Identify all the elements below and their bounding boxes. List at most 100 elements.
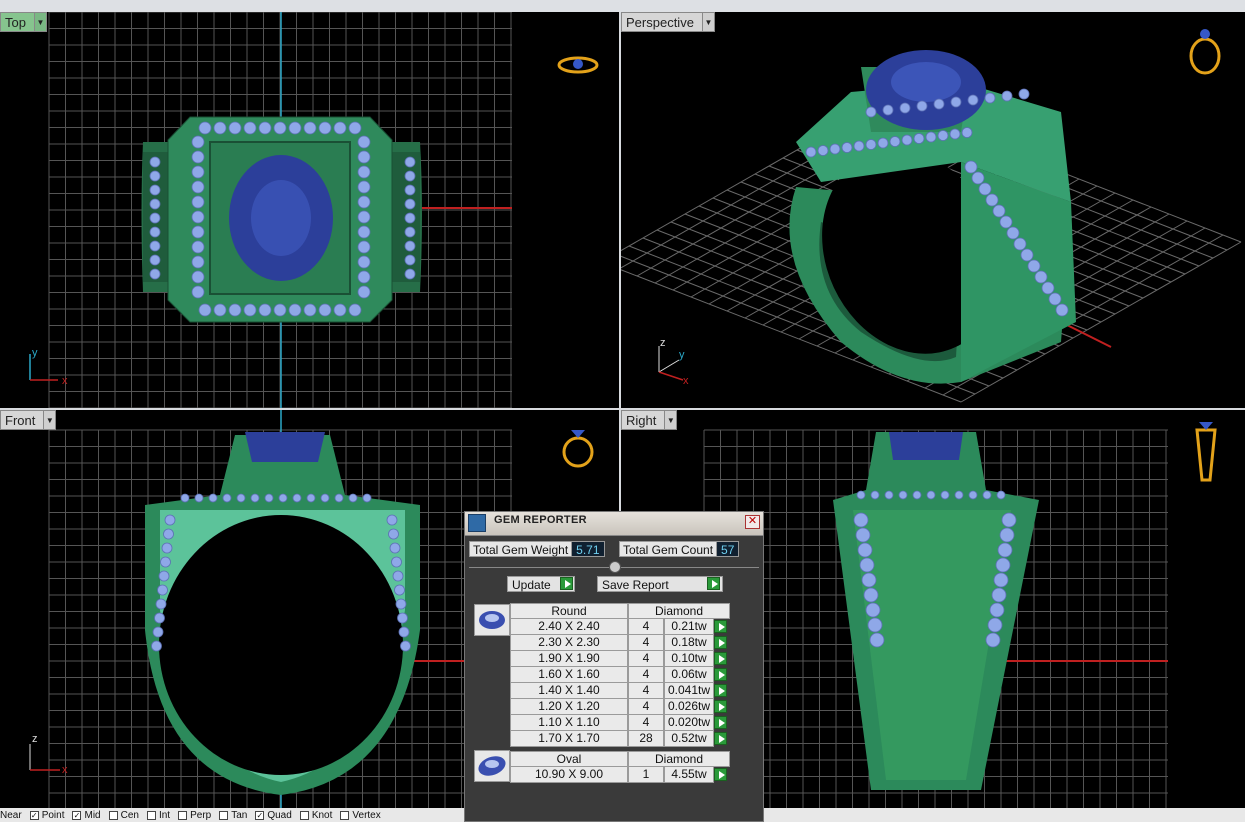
axis-label-z: z	[32, 733, 38, 745]
play-icon[interactable]	[714, 636, 727, 649]
gem-size: 1.90 X 1.90	[510, 651, 628, 667]
osnap-item[interactable]: Tan	[219, 810, 247, 821]
gem-table-row: 1.90 X 1.90 4 0.10tw	[510, 651, 728, 667]
chevron-down-icon[interactable]: ▼	[701, 13, 714, 31]
play-icon[interactable]	[714, 620, 727, 633]
viewport-tab-front[interactable]: Front ▼	[0, 410, 57, 430]
play-icon[interactable]	[707, 577, 720, 590]
viewport-tab-perspective[interactable]: Perspective ▼	[621, 12, 715, 32]
osnap-label: Cen	[120, 809, 139, 821]
perspective-scene: z y x	[621, 50, 1242, 403]
checkbox-icon[interactable]: ✓	[72, 810, 82, 820]
close-button[interactable]: ✕	[745, 515, 760, 529]
save-report-button[interactable]: Save Report	[597, 576, 723, 592]
gem-count: 4	[628, 715, 664, 731]
row-action	[714, 767, 728, 783]
viewport-tab-right[interactable]: Right ▼	[621, 410, 678, 430]
gem-table-row: 1.60 X 1.60 4 0.06tw	[510, 667, 728, 683]
gem-weight: 4.55tw	[664, 767, 714, 783]
osnap-item[interactable]: ✓ Quad	[255, 809, 292, 821]
checkbox-icon[interactable]	[299, 810, 309, 820]
oval-gem-thumbnail	[474, 750, 510, 782]
viewport-front-label: Front	[5, 413, 36, 428]
gem-size: 1.60 X 1.60	[510, 667, 628, 683]
gem-table-header: Round Diamond	[510, 603, 730, 619]
osnap-label: Mid	[84, 809, 101, 821]
checkbox-icon[interactable]	[108, 810, 118, 820]
gem-count: 4	[628, 635, 664, 651]
checkbox-icon[interactable]	[146, 810, 156, 820]
play-icon[interactable]	[560, 577, 573, 590]
osnap-item[interactable]: Int	[146, 810, 170, 821]
gem-weight: 0.18tw	[664, 635, 714, 651]
viewport-perspective[interactable]: Perspective ▼ z y x	[621, 12, 1245, 408]
play-icon[interactable]	[714, 716, 727, 729]
play-icon[interactable]	[714, 684, 727, 697]
row-action	[714, 731, 728, 747]
chevron-down-icon[interactable]: ▼	[33, 13, 46, 31]
gem-size: 1.40 X 1.40	[510, 683, 628, 699]
checkbox-icon[interactable]	[340, 810, 350, 820]
viewport-tab-top[interactable]: Top ▼	[0, 12, 47, 32]
play-icon[interactable]	[714, 732, 727, 745]
shape-header: Oval	[510, 751, 628, 767]
row-action	[714, 619, 728, 635]
ring-orientation-icon[interactable]	[556, 52, 600, 78]
osnap-label: Vertex	[352, 809, 381, 821]
checkbox-icon[interactable]	[219, 810, 229, 820]
viewport-right-label: Right	[626, 413, 657, 428]
total-gem-count-label: Total Gem Count	[619, 541, 718, 557]
checkbox-icon[interactable]: ✓	[255, 810, 265, 820]
chevron-down-icon[interactable]: ▼	[664, 411, 677, 429]
ring-orientation-icon[interactable]	[1185, 26, 1225, 76]
gem-weight: 0.10tw	[664, 651, 714, 667]
gem-count: 4	[628, 651, 664, 667]
total-gem-weight: Total Gem Weight 5.71	[469, 541, 605, 557]
osnap-item[interactable]: Cen	[108, 809, 139, 821]
gem-count: 4	[628, 667, 664, 683]
osnap-item[interactable]: ✓ Mid	[72, 809, 101, 821]
axis-label-z: z	[660, 337, 666, 349]
gem-count: 28	[628, 731, 664, 747]
collapse-knob[interactable]	[609, 561, 621, 573]
center-gem	[889, 432, 963, 460]
total-gem-weight-value: 5.71	[572, 541, 605, 557]
viewport-top[interactable]: Top ▼ y x	[0, 12, 619, 408]
osnap-item[interactable]: Perp	[178, 810, 211, 821]
gem-table-row: 10.90 X 9.00 1 4.55tw	[510, 767, 728, 783]
top-toolbar-strip	[0, 0, 1245, 12]
gem-reporter-icon	[468, 514, 486, 532]
osnap-label: Quad	[267, 809, 292, 821]
gem-weight: 0.21tw	[664, 619, 714, 635]
material-header: Diamond	[628, 751, 730, 767]
osnap-item[interactable]: ✓ Point	[29, 810, 64, 821]
osnap-label: Knot	[311, 809, 333, 821]
checkbox-icon[interactable]: ✓	[29, 810, 39, 820]
osnap-label: Near	[0, 809, 22, 821]
gem-weight: 0.06tw	[664, 667, 714, 683]
play-icon[interactable]	[714, 668, 727, 681]
osnap-item[interactable]: Vertex	[340, 809, 381, 821]
statusbar-right	[764, 808, 1245, 822]
ring-orientation-icon[interactable]	[1193, 420, 1219, 484]
osnap-item[interactable]: Knot	[299, 809, 333, 821]
gem-table-row: 2.30 X 2.30 4 0.18tw	[510, 635, 728, 651]
gem-table-row: 1.10 X 1.10 4 0.020tw	[510, 715, 728, 731]
gem-table-row: 1.20 X 1.20 4 0.026tw	[510, 699, 728, 715]
gem-size: 2.30 X 2.30	[510, 635, 628, 651]
play-icon[interactable]	[714, 652, 727, 665]
checkbox-icon[interactable]	[178, 810, 188, 820]
gem-size: 1.70 X 1.70	[510, 731, 628, 747]
osnap-item[interactable]: Near	[0, 810, 22, 821]
material-header: Diamond	[628, 603, 730, 619]
gem-reporter-titlebar[interactable]: GEM REPORTER ✕	[465, 512, 763, 536]
total-gem-weight-label: Total Gem Weight	[469, 541, 573, 557]
play-icon[interactable]	[714, 700, 727, 713]
ring-orientation-icon[interactable]	[558, 420, 598, 472]
play-icon[interactable]	[714, 768, 727, 781]
viewport-perspective-label: Perspective	[626, 15, 694, 30]
gem-reporter-title: GEM REPORTER	[494, 514, 587, 526]
osnap-statusbar: Near ✓ Point ✓ Mid Cen Int Perp Tan ✓ Quad Knot Vert…	[0, 808, 464, 822]
shape-header: Round	[510, 603, 628, 619]
chevron-down-icon[interactable]: ▼	[43, 411, 56, 429]
